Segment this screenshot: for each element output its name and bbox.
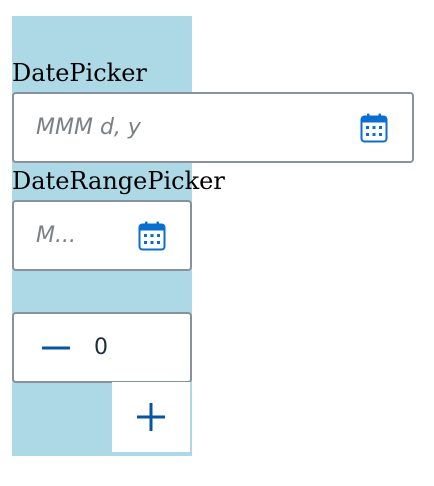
datepicker-label: DatePicker [12, 59, 147, 87]
calendar-icon[interactable] [360, 113, 388, 143]
minus-icon[interactable] [40, 332, 72, 364]
datepicker-field[interactable]: MMM d, y [12, 92, 414, 163]
daterangepicker-input[interactable]: M... [36, 202, 126, 269]
calendar-icon[interactable] [138, 221, 166, 251]
daterangepicker-field[interactable]: M... [12, 200, 192, 271]
plus-icon[interactable] [112, 382, 190, 452]
daterangepicker-label: DateRangePicker [12, 167, 225, 195]
step-input-value[interactable]: 0 [94, 314, 108, 381]
step-input[interactable]: 0 [12, 312, 192, 383]
datepicker-input[interactable]: MMM d, y [36, 94, 336, 161]
